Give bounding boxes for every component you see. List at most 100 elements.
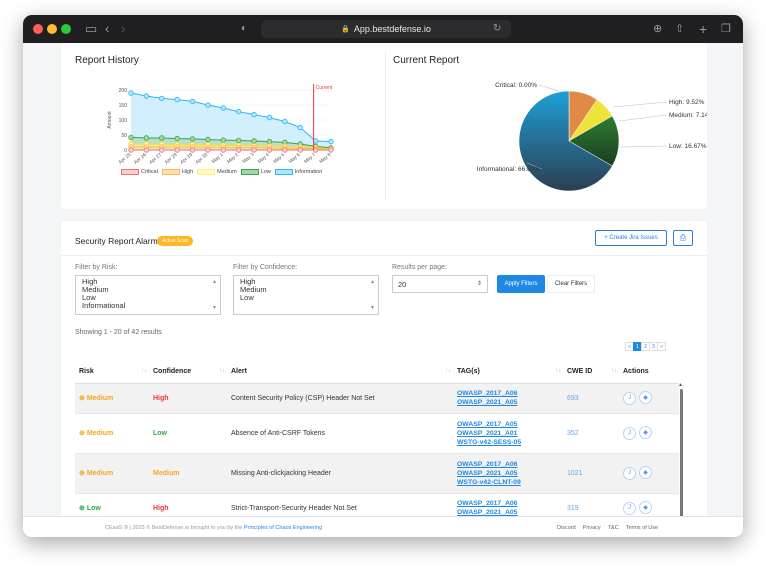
- tag-link[interactable]: OWASP_2017_A06: [457, 460, 567, 469]
- data-point-critical: [128, 147, 134, 153]
- view-action-button[interactable]: ◆: [639, 391, 652, 405]
- address-bar[interactable]: 🔒 App.bestdefense.io: [261, 20, 511, 38]
- tags-column-header[interactable]: TAG(s) ↑↓: [457, 361, 567, 384]
- back-icon[interactable]: ‹: [105, 20, 109, 38]
- cwe-column-header[interactable]: CWE ID ↑↓: [567, 361, 623, 384]
- chevron-updown-icon: ⇕: [476, 281, 482, 287]
- legend-information[interactable]: Information: [274, 169, 322, 175]
- x-tick-label: May 6: [288, 152, 302, 165]
- confidence-option[interactable]: Medium: [240, 286, 372, 294]
- pie-label-leader: [538, 84, 560, 92]
- table-row: ⊕ Low High Strict-Transport-Security Heade…: [75, 493, 679, 517]
- view-action-button[interactable]: ◆: [639, 466, 652, 480]
- footer-link-terms[interactable]: Terms of Use: [626, 525, 658, 531]
- legend-low[interactable]: Low: [240, 169, 271, 175]
- footer-link-tc[interactable]: T&C: [608, 525, 619, 531]
- sort-icon[interactable]: ↑↓: [141, 368, 147, 374]
- view-action-button[interactable]: ◆: [639, 501, 652, 515]
- data-point-information: [266, 114, 273, 121]
- minimize-window-icon[interactable]: [47, 24, 57, 34]
- current-report-pie-chart: Critical: 0.00% High: 9.52% Medium: 7.14% L…: [477, 82, 707, 192]
- cwe-cell[interactable]: 319: [567, 493, 623, 517]
- scroll-up-icon[interactable]: ▲: [370, 278, 375, 286]
- view-action-button[interactable]: ◆: [639, 426, 652, 440]
- new-tab-icon[interactable]: +: [699, 20, 707, 38]
- footer-chaos-link[interactable]: Principles of Chaos Engineering: [244, 525, 322, 531]
- sidebar-icon[interactable]: ▭: [85, 20, 97, 38]
- jira-action-button[interactable]: J: [623, 426, 636, 440]
- tab-overview-icon[interactable]: ❐: [721, 20, 731, 38]
- expand-icon[interactable]: ⊕: [79, 470, 85, 477]
- data-point-low: [159, 135, 165, 141]
- data-point-critical: [220, 147, 227, 153]
- privacy-shield-icon[interactable]: ◐: [241, 20, 247, 38]
- risk-column-header[interactable]: Risk ↑↓: [75, 361, 153, 384]
- jira-action-button[interactable]: J: [623, 466, 636, 480]
- tags-cell: OWASP_2017_A06 OWASP_2021_A05: [457, 493, 567, 517]
- pie-label-low: Low: 16.67%: [669, 143, 707, 150]
- tag-link[interactable]: OWASP_2017_A06: [457, 389, 567, 398]
- legend-medium[interactable]: Medium: [197, 169, 237, 175]
- risk-option[interactable]: Informational: [82, 302, 214, 310]
- confidence-option[interactable]: Low: [240, 294, 372, 302]
- confidence-column-header[interactable]: Confidence ↑↓: [153, 361, 231, 384]
- table-scrollbar-thumb[interactable]: [680, 389, 683, 517]
- clear-filters-button[interactable]: Clear Filters: [547, 275, 595, 293]
- x-tick-label: May 1: [211, 152, 225, 165]
- footer-links: Discord Privacy T&C Terms of Use: [557, 525, 658, 531]
- alarms-title: Security Report Alarms: [75, 236, 162, 246]
- risk-filter-listbox[interactable]: High Medium Low Informational ▲ ▼: [75, 275, 221, 315]
- sort-icon[interactable]: ↑↓: [611, 368, 617, 374]
- expand-icon[interactable]: ⊕: [79, 395, 85, 402]
- footer-link-privacy[interactable]: Privacy: [583, 525, 601, 531]
- risk-option[interactable]: Medium: [82, 286, 214, 294]
- tag-link[interactable]: WSTG-v42-SESS-05: [457, 438, 567, 447]
- scroll-down-icon[interactable]: ▼: [370, 304, 375, 312]
- data-point-low: [235, 137, 242, 144]
- print-button[interactable]: ⎙: [673, 230, 693, 246]
- jira-action-button[interactable]: J: [623, 391, 636, 405]
- alert-column-header[interactable]: Alert ↑↓: [231, 361, 457, 384]
- tag-link[interactable]: OWASP_2021_A05: [457, 469, 567, 478]
- scroll-down-icon[interactable]: ▼: [212, 304, 217, 312]
- zoom-window-icon[interactable]: [61, 24, 71, 34]
- tag-link[interactable]: OWASP_2021_A05: [457, 398, 567, 407]
- risk-filter-label: Filter by Risk:: [75, 264, 118, 271]
- create-jira-button[interactable]: + Create Jira Issues: [595, 230, 667, 246]
- cwe-cell[interactable]: 352: [567, 413, 623, 454]
- confidence-filter-listbox[interactable]: High Medium Low ▲ ▼: [233, 275, 379, 315]
- download-icon[interactable]: ⊕: [653, 20, 662, 38]
- pagination-next[interactable]: »: [657, 342, 666, 351]
- cwe-cell[interactable]: 1021: [567, 453, 623, 494]
- forward-icon[interactable]: ›: [121, 20, 125, 38]
- tag-link[interactable]: OWASP_2017_A06: [457, 499, 567, 508]
- pie-label-leader: [618, 114, 668, 122]
- confidence-cell: Medium: [153, 453, 231, 494]
- tag-link[interactable]: OWASP_2017_A05: [457, 420, 567, 429]
- legend-critical[interactable]: Critical: [121, 169, 158, 175]
- data-point-critical: [328, 147, 334, 153]
- sort-icon[interactable]: ↑↓: [219, 368, 225, 374]
- sort-icon[interactable]: ↑↓: [445, 368, 451, 374]
- reload-icon[interactable]: ↻: [493, 20, 501, 38]
- apply-filters-button[interactable]: Apply Filters: [497, 275, 545, 293]
- cwe-cell[interactable]: 693: [567, 383, 623, 414]
- results-per-page-select[interactable]: 20 ⇕: [392, 275, 488, 293]
- confidence-filter-label: Filter by Confidence:: [233, 264, 298, 271]
- legend-high[interactable]: High: [161, 169, 193, 175]
- footer-link-discord[interactable]: Discord: [557, 525, 576, 531]
- close-window-icon[interactable]: [33, 24, 43, 34]
- data-point-information: [251, 111, 257, 118]
- expand-icon[interactable]: ⊕: [79, 430, 85, 437]
- sort-icon[interactable]: ↑↓: [555, 368, 561, 374]
- alert-cell: Strict-Transport-Security Header Not Set: [231, 493, 457, 517]
- tag-link[interactable]: WSTG-v42-CLNT-09: [457, 478, 567, 487]
- risk-cell: ⊕ Medium: [75, 453, 153, 494]
- scroll-up-icon[interactable]: ▲: [212, 278, 217, 286]
- share-icon[interactable]: ⇧: [675, 20, 684, 38]
- expand-icon[interactable]: ⊕: [79, 505, 85, 512]
- tag-link[interactable]: OWASP_2021_A01: [457, 429, 567, 438]
- jira-action-button[interactable]: J: [623, 501, 636, 515]
- scroll-up-icon[interactable]: ▲: [678, 382, 683, 388]
- data-point-information: [205, 102, 211, 108]
